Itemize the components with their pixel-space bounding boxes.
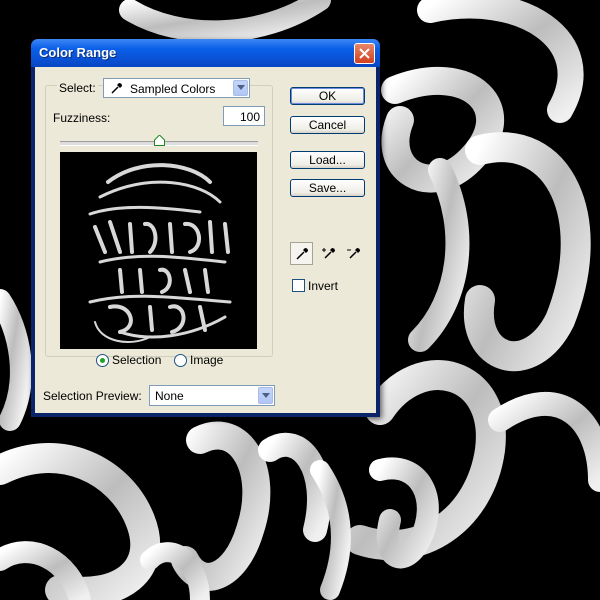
select-label: Select: — [57, 81, 98, 95]
selection-radio-label: Selection — [112, 353, 162, 367]
preview-artwork — [88, 163, 232, 343]
dialog-title: Color Range — [39, 45, 117, 60]
close-button[interactable] — [354, 43, 375, 64]
cancel-button[interactable]: Cancel — [290, 116, 365, 134]
dropdown-arrow-icon — [237, 85, 245, 90]
image-radio[interactable] — [174, 354, 187, 367]
color-range-dialog: Color Range Select: Sampled Colors Fuzzi… — [31, 39, 380, 417]
invert-checkbox[interactable] — [292, 279, 305, 292]
close-icon — [359, 48, 370, 59]
subtract-from-sample-tool[interactable] — [342, 242, 365, 265]
select-value: Sampled Colors — [130, 82, 216, 96]
selection-preview-dropdown[interactable]: None — [149, 385, 275, 406]
ok-button[interactable]: OK — [290, 87, 365, 105]
load-button[interactable]: Load... — [290, 151, 365, 169]
slider-thumb-icon[interactable] — [154, 135, 165, 146]
select-dropdown[interactable]: Sampled Colors — [103, 78, 250, 98]
invert-label: Invert — [308, 279, 339, 293]
select-dropdown-button[interactable] — [233, 80, 248, 96]
eyedropper-icon — [296, 248, 308, 260]
dialog-body: Select: Sampled Colors Fuzziness: 100 Se… — [35, 67, 376, 413]
eyedropper-tool[interactable] — [290, 242, 313, 265]
selection-preview-value: None — [155, 389, 184, 403]
fuzziness-input[interactable]: 100 — [223, 106, 265, 126]
title-bar[interactable]: Color Range — [31, 39, 380, 67]
eyedropper-plus-icon — [322, 248, 335, 259]
selection-preview-label: Selection Preview: — [43, 389, 142, 403]
image-radio-label: Image — [190, 353, 224, 367]
fuzziness-label: Fuzziness: — [53, 111, 111, 125]
selection-radio[interactable] — [96, 354, 109, 367]
dropdown-arrow-icon — [262, 393, 270, 398]
selection-preview-dropdown-button[interactable] — [258, 387, 273, 404]
save-button[interactable]: Save... — [290, 179, 365, 197]
eyedropper-minus-icon — [347, 248, 360, 259]
add-to-sample-tool[interactable] — [317, 242, 340, 265]
eyedropper-icon — [111, 83, 122, 94]
selection-preview-image — [60, 152, 257, 349]
